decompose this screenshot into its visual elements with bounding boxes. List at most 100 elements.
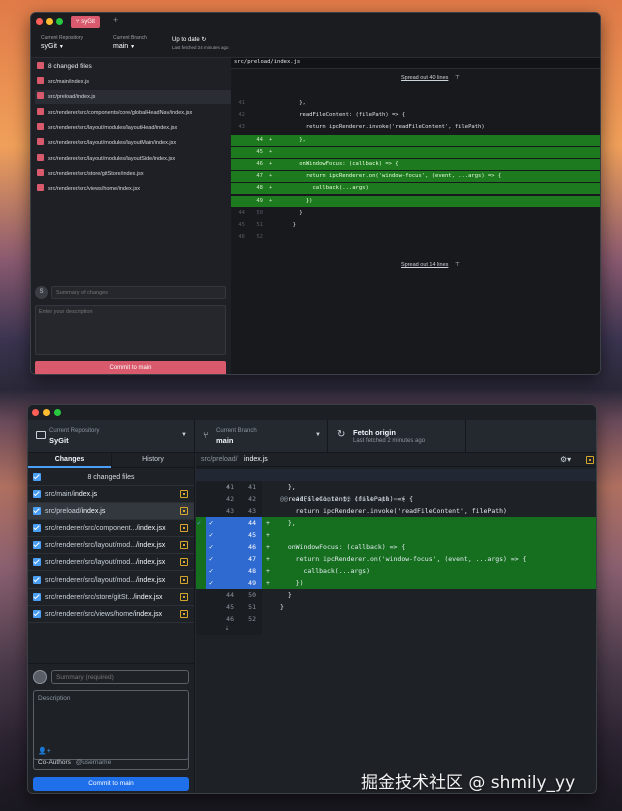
file-checkbox[interactable] — [37, 92, 44, 100]
code-text: } — [280, 591, 292, 599]
old-line-number: 46 — [226, 615, 234, 623]
file-checkbox[interactable] — [33, 507, 41, 516]
branch-selector[interactable]: Current Branch main ▼ — [113, 35, 147, 50]
file-row[interactable]: src/renderer/src/layout/modules/layoutSi… — [35, 152, 231, 166]
diff-line[interactable]: ✓ 49 + }) — [196, 577, 596, 589]
commit-button[interactable]: Commit to main — [33, 777, 189, 791]
tab-history[interactable]: History — [111, 453, 194, 468]
tab-changes[interactable]: Changes — [28, 453, 111, 468]
new-line-number: 49 — [248, 579, 256, 587]
file-checkbox[interactable] — [37, 138, 44, 146]
file-name: /index.jsx — [136, 559, 166, 567]
file-checkbox[interactable] — [37, 107, 44, 115]
gear-icon[interactable]: ⚙▾ — [560, 453, 571, 467]
file-checkbox[interactable] — [33, 592, 41, 601]
diff-line: 42 42 readFileContent: (filePath) => { — [196, 493, 596, 505]
file-checkbox[interactable] — [37, 77, 44, 85]
select-all-checkbox[interactable] — [37, 61, 44, 69]
code-text: return ipcRenderer.on('window-focus', (e… — [280, 555, 527, 563]
check-icon: ✓ — [209, 543, 214, 551]
summary-input[interactable] — [51, 670, 189, 684]
file-checkbox[interactable] — [33, 490, 41, 498]
expand-bottom-button[interactable]: Spread out 14 lines ⊤ — [401, 262, 460, 268]
file-checkbox[interactable] — [37, 168, 44, 176]
maximize-window-button[interactable] — [56, 18, 63, 25]
minimize-window-button[interactable] — [46, 18, 53, 25]
changes-sidebar: Changes History 8 changed files src/main… — [28, 453, 195, 793]
code-text: }, — [286, 136, 306, 143]
file-checkbox[interactable] — [33, 541, 41, 550]
diff-sign: + — [266, 531, 270, 539]
file-checkbox[interactable] — [33, 609, 41, 618]
expand-top-button[interactable]: Spread out 40 lines ⊤ — [401, 75, 460, 81]
file-row[interactable]: src/renderer/src/layout/mod.../index.jsx — [28, 537, 194, 555]
diff-line[interactable]: ✓ ✓ 44 + }, — [196, 517, 596, 529]
file-path: src/main/index.js — [48, 79, 89, 85]
code-text: }, — [280, 483, 296, 491]
diff-sign: + — [269, 136, 273, 143]
file-checkbox[interactable] — [33, 575, 41, 584]
file-checkbox[interactable] — [37, 122, 44, 130]
repo-selector[interactable]: Current Repository SyGit ▼ — [28, 420, 195, 453]
file-row[interactable]: src/preload/index.js — [35, 90, 231, 105]
file-row[interactable]: src/preload/index.js — [28, 503, 194, 521]
diff-line[interactable]: ✓ 46 + onWindowFocus: (callback) => { — [196, 541, 596, 553]
minimize-window-button[interactable] — [43, 409, 50, 416]
diff-line: 43 return ipcRenderer.invoke('readFileCo… — [231, 122, 600, 133]
old-line-number: 41 — [226, 483, 234, 491]
expand-down-button[interactable]: ⇣ — [222, 625, 232, 632]
watermark: 掘金技术社区 @ shmily_yy — [361, 773, 576, 793]
file-row[interactable]: src/main/index.js — [28, 486, 194, 503]
description-input[interactable] — [35, 305, 226, 355]
chevron-down-icon: ▼ — [181, 432, 187, 438]
coauthors-label: Co-Authors — [38, 759, 71, 766]
file-row[interactable]: src/renderer/src/store/gitStore/index.js… — [35, 167, 231, 181]
file-row[interactable]: src/renderer/src/layout/modules/layoutHe… — [35, 121, 231, 135]
file-checkbox[interactable] — [37, 153, 44, 161]
description-box[interactable]: Description 👤+ — [33, 690, 189, 760]
file-checkbox[interactable] — [37, 184, 44, 192]
file-row[interactable]: src/renderer/src/layout/mod.../index.jsx — [28, 572, 194, 589]
diff-line: 49 + }) — [231, 195, 600, 207]
changed-files-header[interactable]: 8 changed files — [28, 469, 194, 486]
changed-files-header[interactable]: 8 changed files — [35, 60, 92, 74]
branch-selector[interactable]: ⑂ Current Branch main ▼ — [195, 420, 328, 453]
diff-line[interactable]: ✓ 45 + — [196, 529, 596, 541]
old-line-number: 45 — [238, 222, 245, 228]
chevron-down-icon: ▼ — [315, 432, 321, 438]
close-window-button[interactable] — [36, 18, 43, 25]
add-coauthor-icon[interactable]: 👤+ — [38, 747, 51, 755]
check-icon: ✓ — [209, 555, 214, 563]
fetch-origin-button[interactable]: ↻ Fetch origin Last fetched 2 minutes ag… — [328, 420, 466, 453]
file-row[interactable]: src/renderer/src/components/core/globalH… — [35, 106, 231, 120]
fetch-button[interactable]: Up to date ↻ Last fetched 24 minutes ago — [172, 36, 229, 50]
file-checkbox[interactable] — [33, 524, 41, 533]
branch-icon: ⑂ — [203, 430, 209, 440]
diff-line: 44 50 } — [196, 589, 596, 601]
diff-line: 45 51} — [196, 601, 596, 613]
file-row[interactable]: src/renderer/src/views/home/index.jsx — [35, 182, 231, 196]
diff-sign: + — [266, 579, 270, 587]
repo-selector[interactable]: Current Repository syGit ▼ — [41, 35, 83, 50]
file-path: src/renderer/src/layout/modules/layoutSi… — [48, 155, 176, 162]
add-tab-button[interactable]: + — [113, 15, 118, 25]
file-checkbox[interactable] — [33, 558, 41, 567]
file-row[interactable]: src/main/index.js — [35, 75, 231, 89]
file-row[interactable]: src/renderer/src/component.../index.jsx — [28, 520, 194, 538]
file-row[interactable]: src/renderer/src/views/home/index.jsx — [28, 606, 194, 623]
code-text: onWindowFocus: (callback) => { — [280, 543, 406, 551]
maximize-window-button[interactable] — [54, 409, 61, 416]
summary-input[interactable] — [51, 286, 226, 299]
diff-line[interactable]: ✓ 47 + return ipcRenderer.on('window-focus… — [196, 553, 596, 565]
diff-line: 44 50 } — [231, 208, 600, 219]
coauthors-field[interactable]: Co-Authors @username — [33, 756, 189, 770]
repo-tab[interactable]: ⑂ syGit — [71, 16, 100, 28]
old-line-number: 42 — [226, 495, 234, 503]
diff-line[interactable]: ✓ 48 + callback(...args) — [196, 565, 596, 577]
file-row[interactable]: src/renderer/src/store/gitSt.../index.js… — [28, 589, 194, 606]
file-row[interactable]: src/renderer/src/layout/mod.../index.jsx — [28, 554, 194, 572]
close-window-button[interactable] — [32, 409, 39, 416]
commit-button[interactable]: Commit to main — [35, 361, 226, 374]
file-row[interactable]: src/renderer/src/layout/modules/layoutMa… — [35, 136, 231, 150]
new-line-number: 48 — [256, 185, 263, 192]
